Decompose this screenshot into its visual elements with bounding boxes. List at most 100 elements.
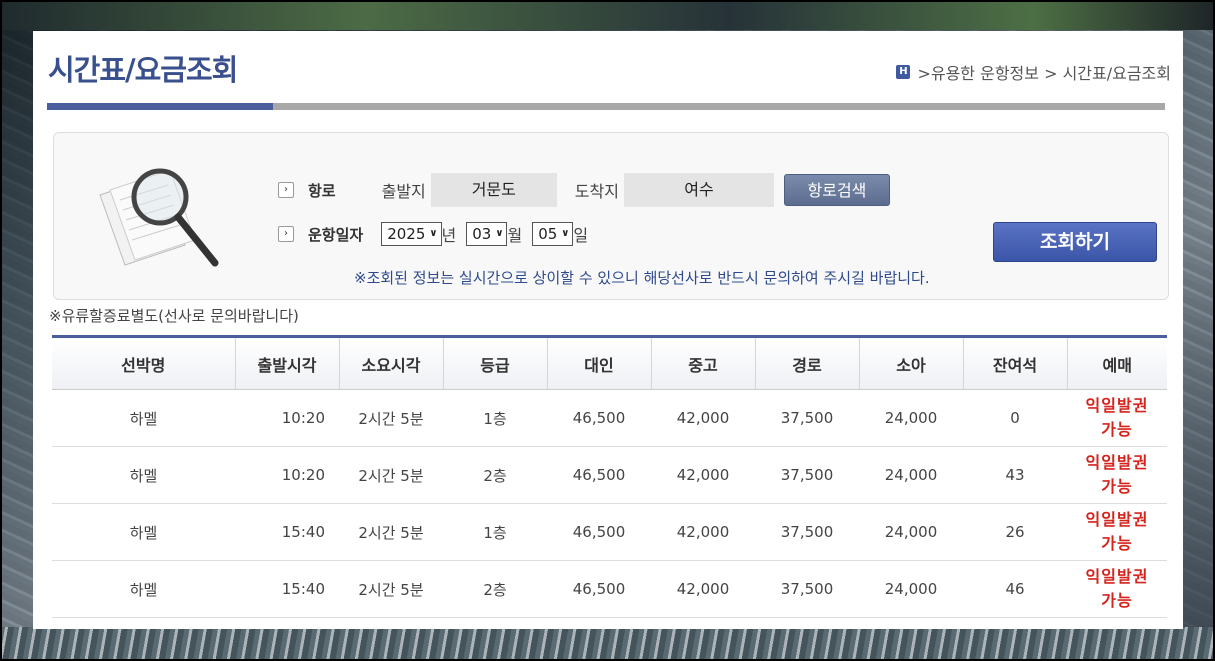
column-header: 예매	[1066, 335, 1167, 390]
grade: 1층	[443, 389, 547, 447]
grade: 2층	[443, 560, 547, 618]
column-header: 대인	[546, 335, 651, 390]
child-fare: 24,000	[859, 560, 963, 618]
child-fare: 24,000	[859, 503, 963, 561]
year-unit: 년	[441, 226, 457, 245]
booking-status-line1: 익일발권	[1085, 396, 1149, 415]
title-divider-accent	[47, 103, 273, 110]
departure-time: 15:40	[235, 503, 339, 561]
departure-field[interactable]: 거문도	[430, 173, 557, 207]
column-header: 소요시각	[338, 335, 443, 390]
month-value: 03	[472, 225, 492, 243]
duration: 2시간 5분	[339, 560, 443, 618]
senior-fare: 37,500	[755, 446, 859, 504]
booking-status-line2: 가능	[1101, 534, 1133, 553]
booking-status[interactable]: 익일발권가능	[1067, 446, 1167, 504]
departure-time: 10:20	[235, 389, 339, 447]
remaining-seats: 43	[963, 446, 1067, 504]
booking-status[interactable]: 익일발권가능	[1067, 389, 1167, 447]
fuel-surcharge-note: ※유류할증료별도(선사로 문의바랍니다)	[49, 307, 299, 325]
grade: 1층	[443, 503, 547, 561]
day-value: 05	[538, 225, 558, 243]
teen-fare: 42,000	[651, 389, 755, 447]
background-water	[0, 627, 1215, 661]
duration: 2시간 5분	[339, 446, 443, 504]
column-header: 등급	[442, 335, 547, 390]
senior-fare: 37,500	[755, 389, 859, 447]
child-fare: 24,000	[859, 446, 963, 504]
senior-fare: 37,500	[755, 503, 859, 561]
ship-name: 하멜	[52, 389, 235, 447]
table-row: 하멜 15:40 2시간 5분 2층 46,500 42,000 37,500 …	[52, 560, 1167, 618]
column-header: 출발시각	[234, 335, 339, 390]
teen-fare: 42,000	[651, 503, 755, 561]
ship-name: 하멜	[52, 446, 235, 504]
teen-fare: 42,000	[651, 560, 755, 618]
booking-status-line2: 가능	[1101, 477, 1133, 496]
senior-fare: 37,500	[755, 560, 859, 618]
date-label: 운항일자	[308, 225, 364, 244]
background-top-strip	[0, 0, 1215, 30]
column-header: 경로	[754, 335, 859, 390]
bullet-arrow-icon: ›	[278, 226, 294, 242]
column-header: 잔여석	[962, 335, 1067, 390]
booking-status[interactable]: 익일발권가능	[1067, 503, 1167, 561]
chevron-down-icon: ∨	[495, 228, 504, 239]
grade: 2층	[443, 446, 547, 504]
column-header: 선박명	[52, 335, 235, 390]
ship-name: 하멜	[52, 503, 235, 561]
adult-fare: 46,500	[547, 389, 651, 447]
route-label: 항로	[308, 181, 336, 200]
child-fare: 24,000	[859, 389, 963, 447]
year-value: 2025	[387, 225, 426, 243]
booking-status-line2: 가능	[1101, 591, 1133, 610]
adult-fare: 46,500	[547, 446, 651, 504]
month-select[interactable]: 03 ∨	[466, 222, 508, 246]
table-row: 하멜 15:40 2시간 5분 1층 46,500 42,000 37,500 …	[52, 503, 1167, 561]
timetable: 선박명 출발시각 소요시각 등급 대인 중고 경로 소아 잔여석 예매 하멜 1…	[52, 335, 1167, 618]
table-row: 하멜 10:20 2시간 5분 1층 46,500 42,000 37,500 …	[52, 389, 1167, 447]
chevron-down-icon: ∨	[429, 228, 438, 239]
day-select[interactable]: 05 ∨	[532, 222, 574, 246]
chevron-down-icon: ∨	[561, 228, 570, 239]
departure-time: 10:20	[235, 446, 339, 504]
route-search-button[interactable]: 항로검색	[783, 174, 890, 206]
departure-label: 출발지	[381, 182, 426, 201]
route-row: › 항로 출발지 거문도 도착지 여수 항로검색	[278, 173, 890, 207]
remaining-seats: 46	[963, 560, 1067, 618]
bullet-arrow-icon: ›	[278, 182, 294, 198]
booking-status-line1: 익일발권	[1085, 453, 1149, 472]
booking-status-line1: 익일발권	[1085, 510, 1149, 529]
arrival-label: 도착지	[574, 182, 619, 201]
month-unit: 월	[507, 226, 523, 245]
content-panel: 시간표/요금조회 H >유용한 운항정보 > 시간표/요금조회 › 항로 출발지…	[33, 31, 1183, 629]
home-icon[interactable]: H	[896, 65, 911, 79]
remaining-seats: 26	[963, 503, 1067, 561]
teen-fare: 42,000	[651, 446, 755, 504]
booking-status[interactable]: 익일발권가능	[1067, 560, 1167, 618]
arrival-field[interactable]: 여수	[623, 173, 774, 207]
adult-fare: 46,500	[547, 503, 651, 561]
magnifier-icon	[99, 168, 219, 267]
ship-name: 하멜	[52, 560, 235, 618]
date-row: › 운항일자 2025 ∨ 년 03 ∨ 월 05 ∨ 일	[278, 222, 588, 246]
search-form: › 항로 출발지 거문도 도착지 여수 항로검색 › 운항일자 2025 ∨ 년 …	[53, 132, 1169, 300]
duration: 2시간 5분	[339, 503, 443, 561]
table-row: 하멜 10:20 2시간 5분 2층 46,500 42,000 37,500 …	[52, 446, 1167, 504]
year-select[interactable]: 2025 ∨	[381, 222, 442, 246]
column-header: 소아	[858, 335, 963, 390]
table-header-row: 선박명 출발시각 소요시각 등급 대인 중고 경로 소아 잔여석 예매	[52, 335, 1167, 390]
remaining-seats: 0	[963, 389, 1067, 447]
departure-time: 15:40	[235, 560, 339, 618]
page-title: 시간표/요금조회	[48, 53, 238, 87]
booking-status-line1: 익일발권	[1085, 567, 1149, 586]
booking-status-line2: 가능	[1101, 420, 1133, 439]
breadcrumb-path[interactable]: >유용한 운항정보 > 시간표/요금조회	[917, 60, 1171, 84]
title-divider	[47, 103, 1165, 110]
breadcrumb: H >유용한 운항정보 > 시간표/요금조회	[896, 60, 1171, 84]
day-unit: 일	[573, 226, 589, 245]
notice-text: ※조회된 정보는 실시간으로 상이할 수 있으니 해당선사로 반드시 문의하여 …	[354, 269, 930, 287]
column-header: 중고	[650, 335, 755, 390]
submit-search-button[interactable]: 조회하기	[993, 222, 1157, 262]
duration: 2시간 5분	[339, 389, 443, 447]
